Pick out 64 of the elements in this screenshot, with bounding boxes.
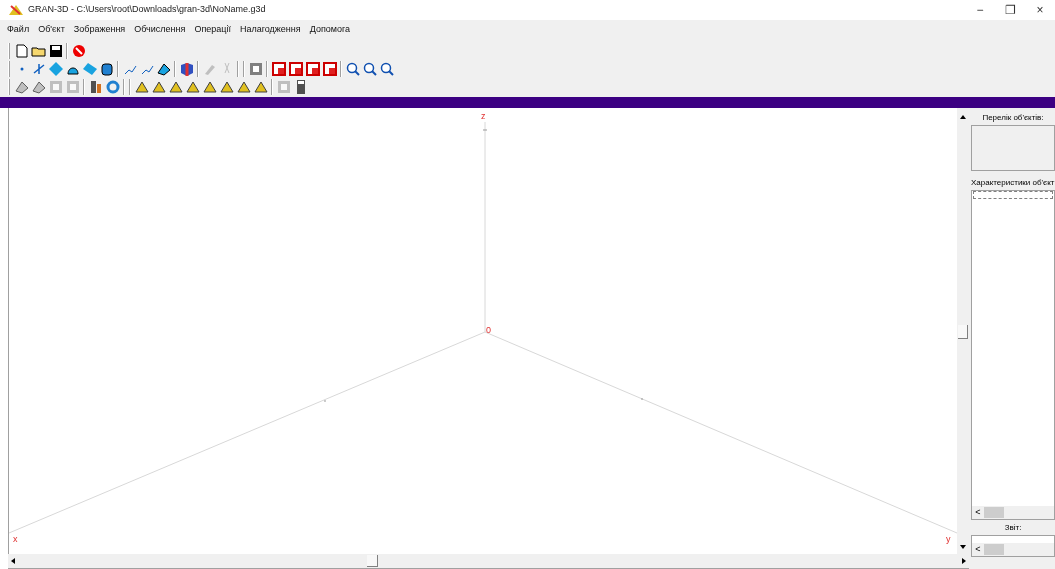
vertical-scrollbar[interactable]	[957, 108, 969, 554]
restore-button[interactable]: ❐	[995, 0, 1025, 20]
axis-label: x	[13, 535, 18, 544]
surface-icon	[81, 61, 98, 77]
menu-item[interactable]: Зображення	[73, 22, 126, 37]
minimize-button[interactable]: −	[965, 0, 995, 20]
axis-label: y	[946, 535, 951, 544]
toolbar-button[interactable]	[178, 60, 195, 78]
properties-box[interactable]: <	[971, 190, 1055, 520]
close-button[interactable]: ×	[1025, 0, 1055, 20]
triangle-icon	[201, 79, 218, 95]
zoom-icon	[378, 61, 395, 77]
toolbar-button[interactable]	[47, 42, 64, 60]
shape-icon	[13, 79, 30, 95]
stop-icon	[70, 43, 87, 59]
horizontal-scrollbar[interactable]	[8, 554, 969, 569]
panel-label: Звіт:	[1003, 522, 1023, 534]
shape-icon	[155, 61, 172, 77]
frame-icon	[247, 61, 264, 77]
menu-item[interactable]: Обчислення	[134, 22, 186, 37]
menu-item[interactable]: Файл	[7, 22, 30, 37]
scroll-thumb[interactable]	[984, 544, 1004, 555]
dot-icon	[19, 67, 24, 71]
triangle-icon	[235, 79, 252, 95]
cylinder-icon	[98, 61, 115, 77]
shape-icon	[30, 79, 47, 95]
ring-icon	[104, 79, 121, 95]
toolbar-button[interactable]	[361, 60, 378, 78]
panel-label: Перелік об'єктів:	[981, 112, 1045, 124]
scroll-thumb[interactable]	[984, 507, 1004, 518]
triangle-icon	[133, 79, 150, 95]
frame-icon	[275, 79, 292, 95]
toolbar-button[interactable]	[344, 60, 361, 78]
report-box[interactable]: <	[971, 535, 1055, 557]
save-icon	[47, 43, 64, 59]
scroll-thumb[interactable]	[367, 555, 378, 567]
horizontal-scrollbar[interactable]: <	[972, 543, 1054, 556]
frame-icon	[64, 79, 81, 95]
toolbar-button[interactable]	[378, 60, 395, 78]
triangle-icon	[218, 79, 235, 95]
horizontal-scrollbar[interactable]: <	[972, 506, 1054, 519]
app-icon	[8, 3, 24, 17]
zoom-icon	[361, 61, 378, 77]
axis-label: z	[481, 112, 486, 121]
triangle-icon	[252, 79, 269, 95]
triangle-icon	[184, 79, 201, 95]
zoom-icon	[344, 61, 361, 77]
triangle-icon	[167, 79, 184, 95]
menu-item[interactable]: Об'єкт	[38, 22, 65, 37]
focus-row[interactable]	[973, 191, 1053, 199]
menu-item[interactable]: Операції	[194, 22, 231, 37]
scroll-thumb[interactable]	[958, 325, 968, 339]
panel-label: Характеристики об'єкт	[971, 177, 1055, 189]
frame-icon	[47, 79, 64, 95]
origin-label: 0	[486, 326, 491, 335]
cube-icon	[178, 61, 195, 77]
triangle-icon	[150, 79, 167, 95]
scroll-left-arrow[interactable]: <	[972, 508, 984, 517]
menu-item[interactable]: Допомога	[309, 22, 351, 37]
menu-item[interactable]: Налагодження	[239, 22, 301, 37]
diamond-icon	[47, 61, 64, 77]
scroll-left-arrow[interactable]: <	[972, 545, 984, 554]
page-icon	[13, 43, 30, 59]
window-title: GRAN-3D - C:\Users\root\Downloads\gran-3d\NoName.g3d	[28, 3, 266, 17]
